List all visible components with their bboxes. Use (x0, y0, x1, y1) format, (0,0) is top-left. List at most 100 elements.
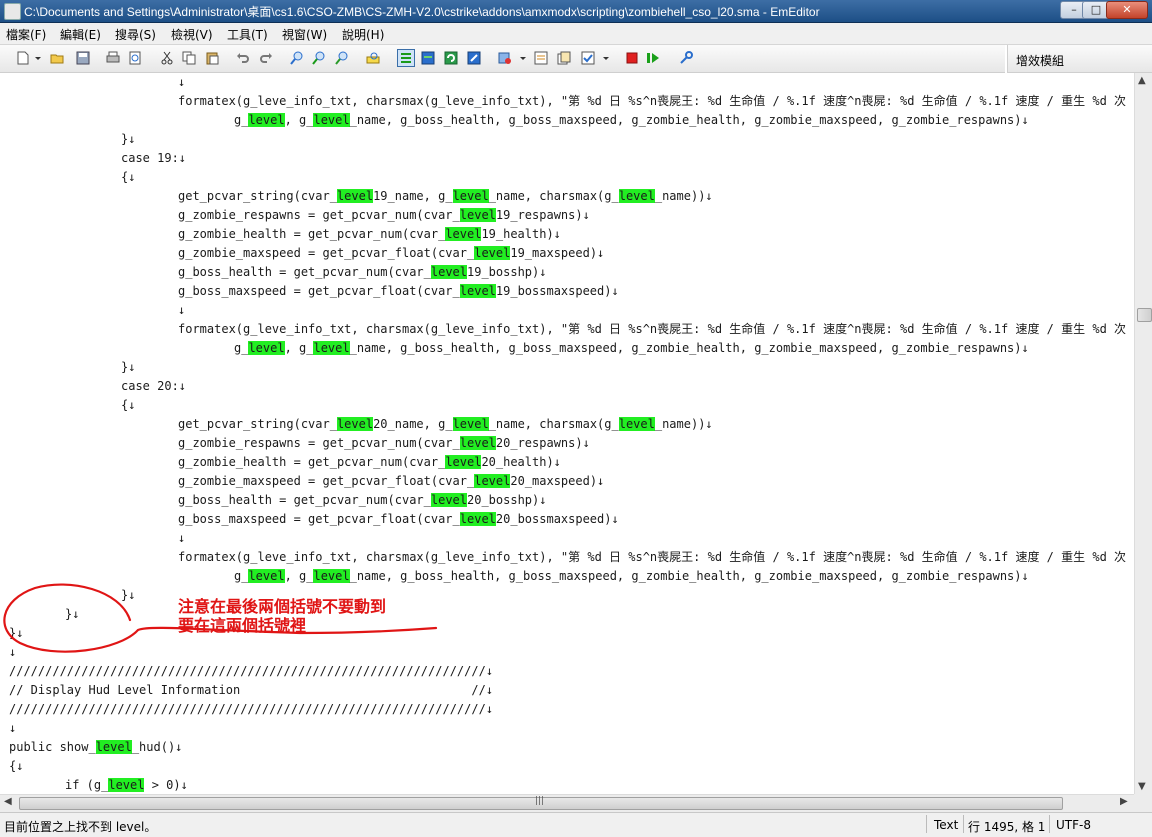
code-text: 19_bosshp)↓ (467, 265, 547, 279)
code-line[interactable]: g_boss_health = get_pcvar_num(cvar_level… (178, 263, 1134, 282)
paste-icon[interactable] (205, 51, 219, 65)
annotation-text-line-2: 要在這兩個括號裡 (178, 616, 307, 635)
code-line[interactable]: g_level, g_level_name, g_boss_health, g_… (234, 567, 1134, 586)
code-line[interactable]: g_zombie_health = get_pcvar_num(cvar_lev… (178, 225, 1134, 244)
print-preview-icon[interactable] (128, 51, 142, 65)
scroll-left-arrow-icon[interactable]: ◀ (4, 796, 12, 807)
status-separator (963, 815, 964, 833)
code-line[interactable]: ↓ (178, 529, 1134, 548)
emeditor-app-icon[interactable] (4, 3, 21, 20)
search-match-highlight: level (459, 208, 496, 222)
code-line[interactable]: ↓ (9, 719, 1134, 738)
scroll-up-arrow-icon[interactable]: ▲ (1138, 75, 1146, 86)
code-line[interactable]: get_pcvar_string(cvar_level20_name, g_le… (178, 415, 1134, 434)
code-line[interactable]: g_zombie_maxspeed = get_pcvar_float(cvar… (178, 472, 1134, 491)
code-text: g_boss_health = get_pcvar_num(cvar_ (178, 265, 431, 279)
code-text: ↓ (178, 531, 186, 545)
code-line[interactable]: ↓ (178, 73, 1134, 92)
code-line[interactable]: ↓ (178, 301, 1134, 320)
cut-icon[interactable] (160, 51, 174, 65)
close-button[interactable]: ✕ (1106, 1, 1148, 19)
code-line[interactable]: ↓ (9, 643, 1134, 662)
code-text: _name, charsmax(g_ (488, 417, 619, 431)
menu-view[interactable]: 檢視(V) (171, 26, 213, 43)
search-match-highlight: level (452, 417, 489, 431)
horizontal-scrollbar[interactable]: ◀ ||| ▶ (0, 794, 1134, 812)
code-line[interactable]: formatex(g_leve_info_txt, charsmax(g_lev… (178, 548, 1134, 567)
code-line[interactable]: {↓ (121, 168, 1134, 187)
code-text: _name, g_boss_health, g_boss_maxspeed, g… (349, 569, 1029, 583)
menu-edit[interactable]: 編輯(E) (60, 26, 101, 43)
editor-text-area[interactable]: ↓ formatex(g_leve_info_txt, charsmax(g_le… (0, 73, 1134, 794)
print-icon[interactable] (106, 51, 120, 65)
macro-settings-icon[interactable] (679, 51, 693, 65)
code-line[interactable]: get_pcvar_string(cvar_level19_name, g_le… (178, 187, 1134, 206)
code-text: _name, g_boss_health, g_boss_maxspeed, g… (349, 341, 1029, 355)
configurations-icon[interactable] (557, 51, 571, 65)
code-line[interactable]: g_boss_health = get_pcvar_num(cvar_level… (178, 491, 1134, 510)
menu-window[interactable]: 視窗(W) (282, 26, 327, 43)
code-line[interactable]: }↓ (121, 130, 1134, 149)
vertical-scroll-thumb[interactable] (1137, 308, 1152, 322)
code-line[interactable]: ////////////////////////////////////////… (9, 700, 1134, 719)
code-line[interactable]: if (g_level > 0)↓ (65, 776, 1134, 794)
open-folder-icon[interactable] (50, 51, 64, 65)
find-icon[interactable] (290, 51, 304, 65)
play-macro-icon[interactable] (646, 51, 660, 65)
menu-help[interactable]: 說明(H) (342, 26, 384, 43)
marker-icon[interactable] (498, 51, 512, 65)
search-match-highlight: level (474, 474, 511, 488)
code-line[interactable]: g_boss_maxspeed = get_pcvar_float(cvar_l… (178, 282, 1134, 301)
code-line[interactable]: g_zombie_respawns = get_pcvar_num(cvar_l… (178, 434, 1134, 453)
chevron-down-icon[interactable] (602, 51, 610, 65)
scroll-right-arrow-icon[interactable]: ▶ (1120, 796, 1128, 807)
code-line[interactable]: g_zombie_maxspeed = get_pcvar_float(cvar… (178, 244, 1134, 263)
code-line[interactable]: g_level, g_level_name, g_boss_health, g_… (234, 339, 1134, 358)
vertical-scrollbar[interactable]: ▲ ▼ (1134, 73, 1152, 794)
chevron-down-icon[interactable] (34, 51, 42, 65)
code-line[interactable]: g_zombie_respawns = get_pcvar_num(cvar_l… (178, 206, 1134, 225)
code-line[interactable]: g_zombie_health = get_pcvar_num(cvar_lev… (178, 453, 1134, 472)
code-text: formatex(g_leve_info_txt, charsmax(g_lev… (178, 322, 1127, 336)
code-line[interactable]: // Display Hud Level Information //↓ (9, 681, 1134, 700)
code-text: _name))↓ (654, 189, 713, 203)
menu-tools[interactable]: 工具(T) (227, 26, 268, 43)
wrap-mode-icon[interactable] (397, 49, 415, 67)
new-file-icon[interactable] (16, 51, 30, 65)
code-line[interactable]: case 19:↓ (121, 149, 1134, 168)
code-line[interactable]: {↓ (9, 757, 1134, 776)
code-text: 20_respawns)↓ (495, 436, 590, 450)
code-line[interactable]: formatex(g_leve_info_txt, charsmax(g_lev… (178, 92, 1134, 111)
redo-icon[interactable] (259, 51, 273, 65)
code-line[interactable]: formatex(g_leve_info_txt, charsmax(g_lev… (178, 320, 1134, 339)
find-previous-icon[interactable] (335, 51, 349, 65)
code-text: g_zombie_respawns = get_pcvar_num(cvar_ (178, 436, 460, 450)
code-text: g_zombie_maxspeed = get_pcvar_float(cvar… (178, 246, 475, 260)
code-line[interactable]: g_boss_maxspeed = get_pcvar_float(cvar_l… (178, 510, 1134, 529)
scroll-down-arrow-icon[interactable]: ▼ (1138, 781, 1146, 792)
code-line[interactable]: }↓ (121, 358, 1134, 377)
properties-icon[interactable] (534, 51, 548, 65)
undo-icon[interactable] (236, 51, 250, 65)
menu-search[interactable]: 搜尋(S) (115, 26, 156, 43)
code-line[interactable]: ////////////////////////////////////////… (9, 662, 1134, 681)
find-next-icon[interactable] (312, 51, 326, 65)
code-line[interactable]: public show_level_hud()↓ (9, 738, 1134, 757)
page-wrap-icon[interactable] (467, 51, 481, 65)
stop-macro-icon[interactable] (625, 51, 639, 65)
refresh-icon[interactable] (444, 51, 458, 65)
code-line[interactable]: case 20:↓ (121, 377, 1134, 396)
code-line[interactable]: g_level, g_level_name, g_boss_health, g_… (234, 111, 1134, 130)
save-icon[interactable] (76, 51, 90, 65)
copy-icon[interactable] (182, 51, 196, 65)
status-encoding[interactable]: UTF-8 (1056, 818, 1091, 832)
code-line[interactable]: {↓ (121, 396, 1134, 415)
highlight-search-icon[interactable] (366, 51, 380, 65)
code-text: g_zombie_respawns = get_pcvar_num(cvar_ (178, 208, 460, 222)
window-wrap-icon[interactable] (421, 51, 435, 65)
search-match-highlight: level (445, 455, 482, 469)
checkbox-icon[interactable] (581, 51, 595, 65)
chevron-down-icon[interactable] (519, 51, 527, 65)
code-text: ////////////////////////////////////////… (9, 664, 494, 678)
menu-file[interactable]: 檔案(F) (6, 26, 46, 43)
